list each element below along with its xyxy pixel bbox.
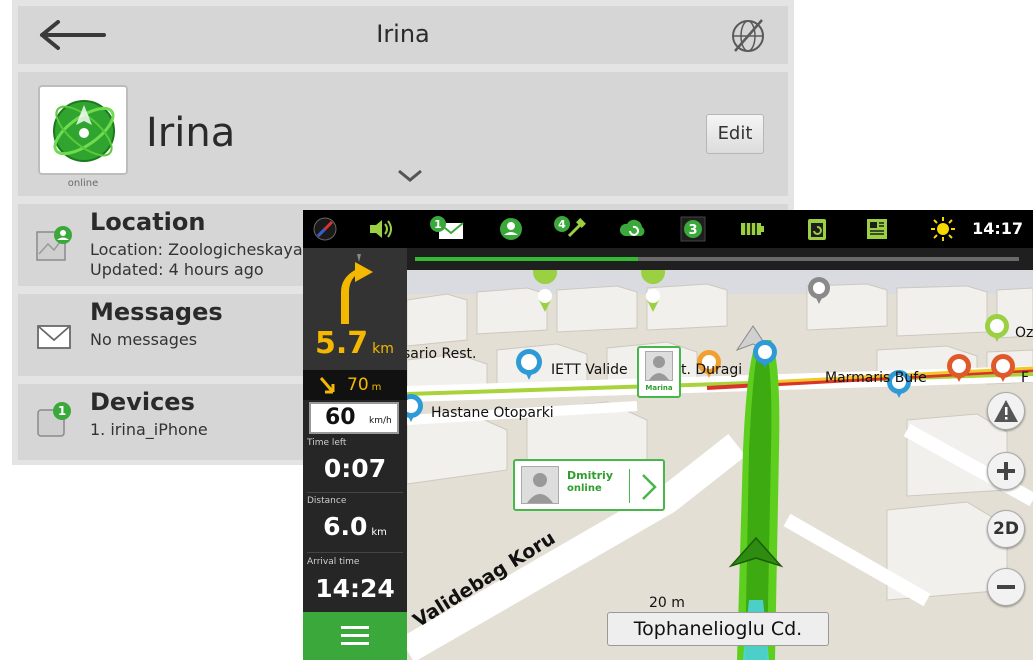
minus-icon bbox=[997, 585, 1015, 589]
map-label: Marmaris Bufe bbox=[825, 370, 927, 386]
location-map-icon bbox=[36, 226, 72, 261]
speed-unit: km/h bbox=[369, 416, 392, 426]
time-left-value: 0:07 bbox=[323, 454, 387, 483]
speed-indicator: 60 km/h bbox=[309, 402, 399, 434]
friend-name: Dmitriy bbox=[567, 469, 613, 482]
friend-avatar bbox=[645, 351, 673, 381]
satellite-badge: 4 bbox=[558, 218, 566, 231]
map-scale: 20 m bbox=[649, 595, 685, 611]
friend-card-dmitriy[interactable]: Dmitriy online bbox=[513, 459, 665, 511]
avatar bbox=[38, 85, 128, 175]
map-label: F bbox=[1021, 370, 1030, 386]
view-mode-label: 2D bbox=[993, 519, 1019, 539]
route-info-panel: 5.7 km 70 m 60 km/h Time left 0:07 Distanc… bbox=[303, 248, 407, 660]
location-text: Location: Zoologicheskaya bbox=[90, 240, 303, 259]
zoom-in-button[interactable] bbox=[987, 452, 1025, 490]
map-label: Hastane Otoparki bbox=[431, 405, 554, 421]
route-progress-fill bbox=[415, 257, 639, 261]
menu-button[interactable] bbox=[303, 612, 407, 660]
messages-title: Messages bbox=[90, 298, 223, 326]
speed-value: 60 bbox=[325, 405, 356, 430]
location-updated: Updated: 4 hours ago bbox=[90, 260, 264, 279]
turn-indicator[interactable]: 5.7 km bbox=[303, 248, 407, 370]
edit-button[interactable]: Edit bbox=[706, 114, 764, 154]
map-label: Oz bbox=[1015, 325, 1033, 341]
sync-cloud-icon[interactable] bbox=[619, 216, 647, 242]
view-mode-button[interactable]: 2D bbox=[987, 510, 1025, 548]
sound-icon[interactable] bbox=[367, 216, 395, 242]
map-label: t. Duragi bbox=[681, 362, 743, 378]
plus-icon bbox=[997, 462, 1015, 480]
device-icon: 1 bbox=[37, 402, 71, 437]
friend-status: online bbox=[567, 483, 602, 494]
contact-status: online bbox=[67, 178, 99, 189]
battery-icon bbox=[741, 223, 764, 235]
warning-icon bbox=[994, 400, 1018, 422]
chevron-down-icon[interactable] bbox=[396, 168, 424, 184]
navigation-screen: sario Rest. IETT Valide t. Duragi Hastan… bbox=[303, 210, 1033, 660]
compass-icon[interactable] bbox=[311, 216, 339, 242]
distance-label: Distance bbox=[307, 496, 347, 506]
user-location-icon[interactable] bbox=[497, 216, 525, 242]
messages-text: No messages bbox=[90, 330, 198, 349]
arrival-label: Arrival time bbox=[307, 557, 360, 567]
messages-icon[interactable]: 1 bbox=[429, 216, 465, 242]
divider bbox=[629, 469, 630, 503]
hamburger-menu-icon bbox=[341, 626, 369, 645]
route-progress-track bbox=[415, 257, 1019, 261]
friend-pin-marina[interactable]: Marina bbox=[637, 346, 681, 398]
envelope-icon bbox=[37, 325, 71, 349]
zoom-out-button[interactable] bbox=[987, 568, 1025, 606]
current-street-label[interactable]: Tophanelioglu Cd. bbox=[607, 612, 829, 646]
divider bbox=[307, 552, 403, 553]
traffic-box-icon[interactable]: 3 bbox=[679, 216, 707, 242]
location-title: Location bbox=[90, 208, 206, 236]
map-label: IETT Valide bbox=[551, 362, 628, 378]
map-view[interactable] bbox=[407, 270, 1033, 660]
devices-badge: 1 bbox=[58, 404, 66, 418]
day-mode-icon[interactable] bbox=[929, 216, 957, 242]
contact-name: Irina bbox=[146, 110, 236, 156]
news-icon[interactable] bbox=[863, 216, 891, 242]
offline-globe-icon[interactable] bbox=[728, 16, 768, 56]
turn-distance: 5.7 km bbox=[315, 326, 394, 361]
traffic-badge: 3 bbox=[688, 223, 697, 238]
contact-header-title: Irina bbox=[376, 20, 430, 48]
contact-header: Irina bbox=[18, 6, 788, 64]
friend-pin-name: Marina bbox=[645, 384, 673, 392]
clock: 14:17 bbox=[972, 219, 1023, 238]
divider bbox=[307, 492, 403, 493]
distance-value: 6.0 km bbox=[323, 512, 387, 541]
devices-title: Devices bbox=[90, 388, 195, 416]
devices-text: 1. irina_iPhone bbox=[90, 420, 208, 439]
next-turn: 70 m bbox=[303, 370, 407, 400]
profile-row: online Irina Edit bbox=[18, 72, 788, 196]
satellite-icon[interactable]: 4 bbox=[553, 216, 589, 242]
chevron-right-icon[interactable] bbox=[639, 473, 659, 501]
friend-avatar bbox=[521, 466, 559, 504]
map-label: sario Rest. bbox=[403, 346, 477, 362]
next-turn-distance: 70 m bbox=[347, 375, 382, 395]
route-progress bbox=[407, 248, 1033, 270]
navitel-globe-icon bbox=[53, 100, 115, 162]
status-bar: 1 4 3 14:17 bbox=[303, 210, 1033, 248]
turn-right-arrow-icon bbox=[341, 254, 373, 324]
arrival-value: 14:24 bbox=[315, 574, 395, 603]
mail-badge: 1 bbox=[434, 218, 442, 231]
time-left-label: Time left bbox=[307, 438, 347, 448]
next-turn-icon bbox=[319, 377, 335, 394]
update-icon[interactable] bbox=[803, 216, 831, 242]
warning-button[interactable] bbox=[987, 392, 1025, 430]
